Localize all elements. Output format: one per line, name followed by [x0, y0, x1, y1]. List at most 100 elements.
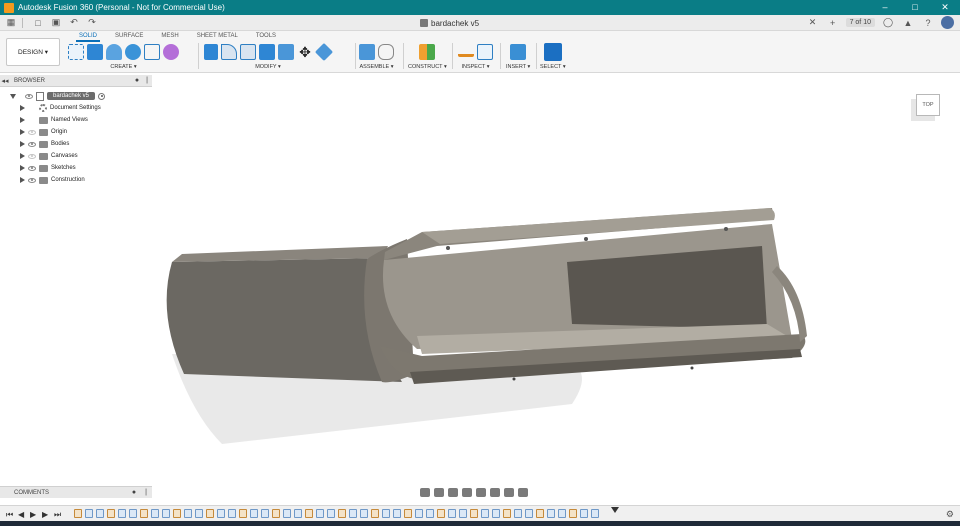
timeline-feature-icon[interactable] [404, 509, 412, 518]
tree-root[interactable]: bardachek v5 [10, 90, 106, 102]
timeline-feature-icon[interactable] [437, 509, 445, 518]
timeline-feature-icon[interactable] [580, 509, 588, 518]
avatar[interactable] [941, 16, 954, 29]
timeline-feature-icon[interactable] [591, 509, 599, 518]
comments-pin-icon[interactable]: ● [128, 489, 140, 496]
timeline-feature-icon[interactable] [536, 509, 544, 518]
file-menu-icon[interactable]: □ [31, 17, 45, 29]
timeline-feature-icon[interactable] [448, 509, 456, 518]
timeline-feature-icon[interactable] [426, 509, 434, 518]
timeline-feature-icon[interactable] [569, 509, 577, 518]
select-icon[interactable] [543, 43, 562, 61]
workspace-switcher[interactable]: DESIGN ▾ [6, 38, 60, 66]
insert-menu[interactable]: INSERT ▾ [506, 64, 530, 70]
timeline-feature-icon[interactable] [195, 509, 203, 518]
timeline-feature-icon[interactable] [129, 509, 137, 518]
shell-icon[interactable] [259, 44, 275, 60]
visibility-eye-icon[interactable] [28, 129, 36, 135]
tab-tools[interactable]: TOOLS [247, 32, 285, 41]
timeline-feature-icon[interactable] [558, 509, 566, 518]
visibility-eye-icon[interactable] [28, 153, 36, 159]
save-icon[interactable]: ▣ [49, 17, 63, 29]
redo-icon[interactable]: ↷ [85, 17, 99, 29]
tab-surface[interactable]: SURFACE [106, 32, 152, 41]
timeline-feature-icon[interactable] [503, 509, 511, 518]
assemble-menu[interactable]: ASSEMBLE ▾ [359, 64, 394, 70]
hole-icon[interactable] [125, 44, 141, 60]
3d-viewport[interactable] [152, 74, 960, 504]
extensions-icon[interactable]: ◯ [881, 16, 895, 29]
timeline-feature-icon[interactable] [140, 509, 148, 518]
collapse-icon[interactable]: ◂◂ [0, 77, 10, 85]
step-back-icon[interactable]: ◀ [18, 510, 24, 519]
step-forward-icon[interactable]: ▶ [42, 510, 48, 519]
timeline-feature-icon[interactable] [206, 509, 214, 518]
timeline-feature-icon[interactable] [371, 509, 379, 518]
expand-toggle-icon[interactable] [20, 177, 25, 183]
timeline-feature-icon[interactable] [393, 509, 401, 518]
tree-item-bodies[interactable]: Bodies [20, 138, 69, 150]
job-status-badge[interactable]: 7 of 10 [845, 18, 875, 27]
pattern-icon[interactable] [144, 44, 160, 60]
comments-toggle-icon[interactable]: | [140, 489, 152, 496]
timeline-feature-icon[interactable] [349, 509, 357, 518]
create-menu[interactable]: CREATE ▾ [68, 64, 179, 70]
browser-pin-icon[interactable]: ● [132, 77, 142, 84]
undo-icon[interactable]: ↶ [67, 17, 81, 29]
display-settings-icon[interactable] [490, 487, 500, 497]
tree-item-document-settings[interactable]: Document Settings [20, 102, 101, 114]
timeline-feature-icon[interactable] [415, 509, 423, 518]
timeline-feature-icon[interactable] [85, 509, 93, 518]
tab-solid[interactable]: SOLID [70, 32, 106, 42]
new-component-icon[interactable] [359, 44, 375, 60]
go-to-start-icon[interactable]: ⏮ [6, 510, 13, 520]
notifications-icon[interactable]: ▲ [901, 16, 915, 29]
combine-icon[interactable] [278, 44, 294, 60]
fit-icon[interactable] [476, 487, 486, 497]
app-grid-icon[interactable]: ▦ [4, 17, 18, 29]
new-tab-icon[interactable]: + [826, 16, 840, 29]
timeline-feature-icon[interactable] [96, 509, 104, 518]
expand-toggle-icon[interactable] [20, 153, 25, 159]
timeline-feature-icon[interactable] [162, 509, 170, 518]
timeline-feature-icon[interactable] [525, 509, 533, 518]
look-at-icon[interactable] [434, 487, 444, 497]
visibility-eye-icon[interactable] [25, 93, 33, 99]
timeline-feature-icon[interactable] [107, 509, 115, 518]
activate-radio-icon[interactable] [98, 92, 106, 100]
timeline-feature-icon[interactable] [316, 509, 324, 518]
extrude-icon[interactable] [87, 44, 103, 60]
timeline-feature-icon[interactable] [283, 509, 291, 518]
timeline-feature-icon[interactable] [514, 509, 522, 518]
timeline-feature-icon[interactable] [250, 509, 258, 518]
measure-icon[interactable] [458, 47, 474, 57]
timeline-feature-icon[interactable] [382, 509, 390, 518]
timeline-feature-icon[interactable] [184, 509, 192, 518]
viewcube[interactable]: TOP [908, 88, 944, 120]
timeline-feature-icon[interactable] [74, 509, 82, 518]
expand-toggle-icon[interactable] [20, 165, 25, 171]
tree-item-sketches[interactable]: Sketches [20, 162, 76, 174]
minimize-button[interactable]: – [870, 0, 900, 15]
timeline-feature-icon[interactable] [118, 509, 126, 518]
scale-icon[interactable] [314, 42, 334, 62]
timeline-feature-icon[interactable] [470, 509, 478, 518]
maximize-button[interactable]: □ [900, 0, 930, 15]
tree-item-canvases[interactable]: Canvases [20, 150, 78, 162]
inspect-menu[interactable]: INSPECT ▾ [458, 64, 493, 70]
visibility-eye-icon[interactable] [28, 177, 36, 183]
visibility-eye-icon[interactable] [28, 141, 36, 147]
timeline-feature-icon[interactable] [360, 509, 368, 518]
timeline-feature-icon[interactable] [239, 509, 247, 518]
tab-sheet-metal[interactable]: SHEET METAL [188, 32, 247, 41]
browser-toggle-icon[interactable]: | [142, 77, 152, 84]
help-icon[interactable]: ? [921, 16, 935, 29]
section-analysis-icon[interactable] [477, 44, 493, 60]
move-icon[interactable]: ✥ [297, 44, 313, 60]
timeline-feature-icon[interactable] [547, 509, 555, 518]
tree-item-construction[interactable]: Construction [20, 174, 85, 186]
viewports-icon[interactable] [518, 487, 528, 497]
document-tab[interactable]: bardachek v5 [420, 15, 479, 31]
timeline-marker[interactable] [611, 507, 619, 513]
visibility-eye-icon[interactable] [28, 165, 36, 171]
